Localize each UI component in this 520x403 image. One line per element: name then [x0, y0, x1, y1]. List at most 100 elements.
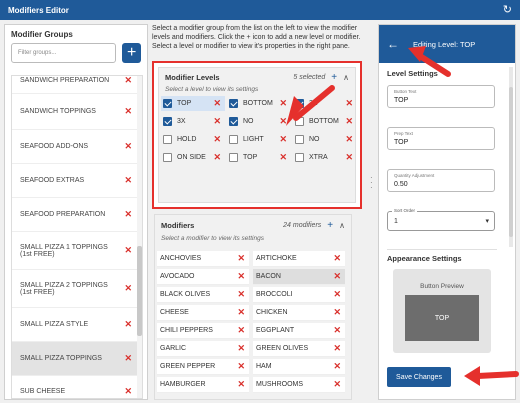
- level-item[interactable]: TOP ✕: [227, 150, 291, 165]
- delete-icon[interactable]: ✕: [124, 353, 132, 364]
- delete-icon[interactable]: ✕: [237, 379, 245, 390]
- delete-icon[interactable]: ✕: [213, 116, 221, 127]
- modifier-item[interactable]: GARLIC ✕: [157, 341, 249, 357]
- quantity-adjustment-field[interactable]: Quantity Adjustment 0.50: [387, 169, 495, 192]
- checkbox-checked[interactable]: [163, 99, 172, 108]
- level-item[interactable]: NO ✕: [293, 132, 357, 147]
- level-item[interactable]: HOLD ✕: [161, 132, 225, 147]
- modifier-item[interactable]: CHILI PEPPERS ✕: [157, 323, 249, 339]
- delete-icon[interactable]: ✕: [237, 361, 245, 372]
- modifier-item[interactable]: AVOCADO ✕: [157, 269, 249, 285]
- delete-icon[interactable]: ✕: [237, 271, 245, 282]
- checkbox[interactable]: [229, 135, 238, 144]
- delete-icon[interactable]: ✕: [237, 325, 245, 336]
- group-item[interactable]: SMALL PIZZA 1 TOPPINGS (1st FREE) ✕: [12, 232, 138, 270]
- group-item[interactable]: SUB CHEESE ✕: [12, 376, 138, 398]
- group-list-scrollbar[interactable]: [137, 76, 142, 398]
- level-item[interactable]: ON SIDE ✕: [161, 150, 225, 165]
- checkbox[interactable]: [163, 135, 172, 144]
- modifier-item[interactable]: MUSHROOMS ✕: [253, 377, 345, 393]
- properties-scrollbar[interactable]: [509, 67, 513, 247]
- group-item[interactable]: SANDWICH PREPARATION ✕: [12, 76, 138, 94]
- checkbox[interactable]: [295, 135, 304, 144]
- pane-resize-handle[interactable]: · · ·: [370, 174, 374, 192]
- delete-icon[interactable]: ✕: [333, 361, 341, 372]
- delete-icon[interactable]: ✕: [213, 98, 221, 109]
- delete-icon[interactable]: ✕: [333, 289, 341, 300]
- checkbox[interactable]: [295, 117, 304, 126]
- modifier-item[interactable]: HAMBURGER ✕: [157, 377, 249, 393]
- delete-icon[interactable]: ✕: [124, 319, 132, 330]
- checkbox[interactable]: [295, 153, 304, 162]
- delete-icon[interactable]: ✕: [237, 289, 245, 300]
- delete-icon[interactable]: ✕: [333, 343, 341, 354]
- delete-icon[interactable]: ✕: [345, 152, 353, 163]
- chevron-up-icon[interactable]: ∧: [339, 221, 345, 230]
- scrollbar-thumb[interactable]: [137, 246, 142, 336]
- delete-icon[interactable]: ✕: [279, 98, 287, 109]
- delete-icon[interactable]: ✕: [279, 116, 287, 127]
- modifier-item[interactable]: EGGPLANT ✕: [253, 323, 345, 339]
- modifier-item[interactable]: GREEN PEPPER ✕: [157, 359, 249, 375]
- checkbox-checked[interactable]: [295, 99, 304, 108]
- group-item[interactable]: SMALL PIZZA 2 TOPPINGS (1st FREE) ✕: [12, 270, 138, 308]
- delete-icon[interactable]: ✕: [124, 209, 132, 220]
- delete-icon[interactable]: ✕: [345, 98, 353, 109]
- group-item[interactable]: SEAFOOD EXTRAS ✕: [12, 164, 138, 198]
- refresh-icon[interactable]: ↻: [503, 4, 512, 16]
- modifier-item[interactable]: HAM ✕: [253, 359, 345, 375]
- group-item[interactable]: SEAFOOD PREPARATION ✕: [12, 198, 138, 232]
- delete-icon[interactable]: ✕: [124, 141, 132, 152]
- delete-icon[interactable]: ✕: [237, 307, 245, 318]
- checkbox[interactable]: [163, 153, 172, 162]
- delete-icon[interactable]: ✕: [213, 152, 221, 163]
- modifier-item-selected[interactable]: BACON ✕: [253, 269, 345, 285]
- checkbox-checked[interactable]: [229, 117, 238, 126]
- delete-icon[interactable]: ✕: [213, 134, 221, 145]
- delete-icon[interactable]: ✕: [345, 116, 353, 127]
- delete-icon[interactable]: ✕: [279, 134, 287, 145]
- level-item[interactable]: 2X ✕: [293, 96, 357, 111]
- modifier-item[interactable]: CHICKEN ✕: [253, 305, 345, 321]
- delete-icon[interactable]: ✕: [333, 379, 341, 390]
- delete-icon[interactable]: ✕: [124, 386, 132, 397]
- filter-groups-input[interactable]: Filter groups...: [11, 43, 117, 63]
- group-item[interactable]: SMALL PIZZA STYLE ✕: [12, 308, 138, 342]
- delete-icon[interactable]: ✕: [124, 283, 132, 294]
- checkbox-checked[interactable]: [163, 117, 172, 126]
- back-arrow-icon[interactable]: ←: [387, 37, 399, 51]
- level-item[interactable]: TOP ✕: [161, 96, 225, 111]
- level-item[interactable]: BOTTOM ✕: [293, 114, 357, 129]
- add-group-button[interactable]: +: [122, 43, 141, 63]
- checkbox-checked[interactable]: [229, 99, 238, 108]
- level-item[interactable]: LIGHT ✕: [227, 132, 291, 147]
- delete-icon[interactable]: ✕: [333, 253, 341, 264]
- checkbox[interactable]: [229, 153, 238, 162]
- modifier-item[interactable]: BROCCOLI ✕: [253, 287, 345, 303]
- group-item[interactable]: SEAFOOD ADD-ONS ✕: [12, 130, 138, 164]
- modifier-item[interactable]: GREEN OLIVES ✕: [253, 341, 345, 357]
- chevron-up-icon[interactable]: ∧: [343, 73, 349, 82]
- modifier-item[interactable]: ANCHOVIES ✕: [157, 251, 249, 267]
- delete-icon[interactable]: ✕: [345, 134, 353, 145]
- level-item[interactable]: BOTTOM ✕: [227, 96, 291, 111]
- save-changes-button[interactable]: Save Changes: [387, 367, 451, 387]
- delete-icon[interactable]: ✕: [124, 175, 132, 186]
- group-item[interactable]: SANDWICH TOPPINGS ✕: [12, 94, 138, 130]
- button-text-field[interactable]: Button Text TOP: [387, 85, 495, 108]
- prep-text-field[interactable]: Prep Text TOP: [387, 127, 495, 150]
- delete-icon[interactable]: ✕: [124, 245, 132, 256]
- scrollbar-thumb[interactable]: [509, 87, 513, 237]
- delete-icon[interactable]: ✕: [279, 152, 287, 163]
- delete-icon[interactable]: ✕: [237, 253, 245, 264]
- level-item[interactable]: NO ✕: [227, 114, 291, 129]
- modifier-item[interactable]: BLACK OLIVES ✕: [157, 287, 249, 303]
- delete-icon[interactable]: ✕: [124, 106, 132, 117]
- sort-order-select[interactable]: Sort Order 1 ▾: [387, 208, 495, 231]
- modifier-item[interactable]: CHEESE ✕: [157, 305, 249, 321]
- delete-icon[interactable]: ✕: [333, 271, 341, 282]
- level-item[interactable]: 3X ✕: [161, 114, 225, 129]
- delete-icon[interactable]: ✕: [333, 325, 341, 336]
- level-item[interactable]: XTRA ✕: [293, 150, 357, 165]
- delete-icon[interactable]: ✕: [124, 76, 132, 86]
